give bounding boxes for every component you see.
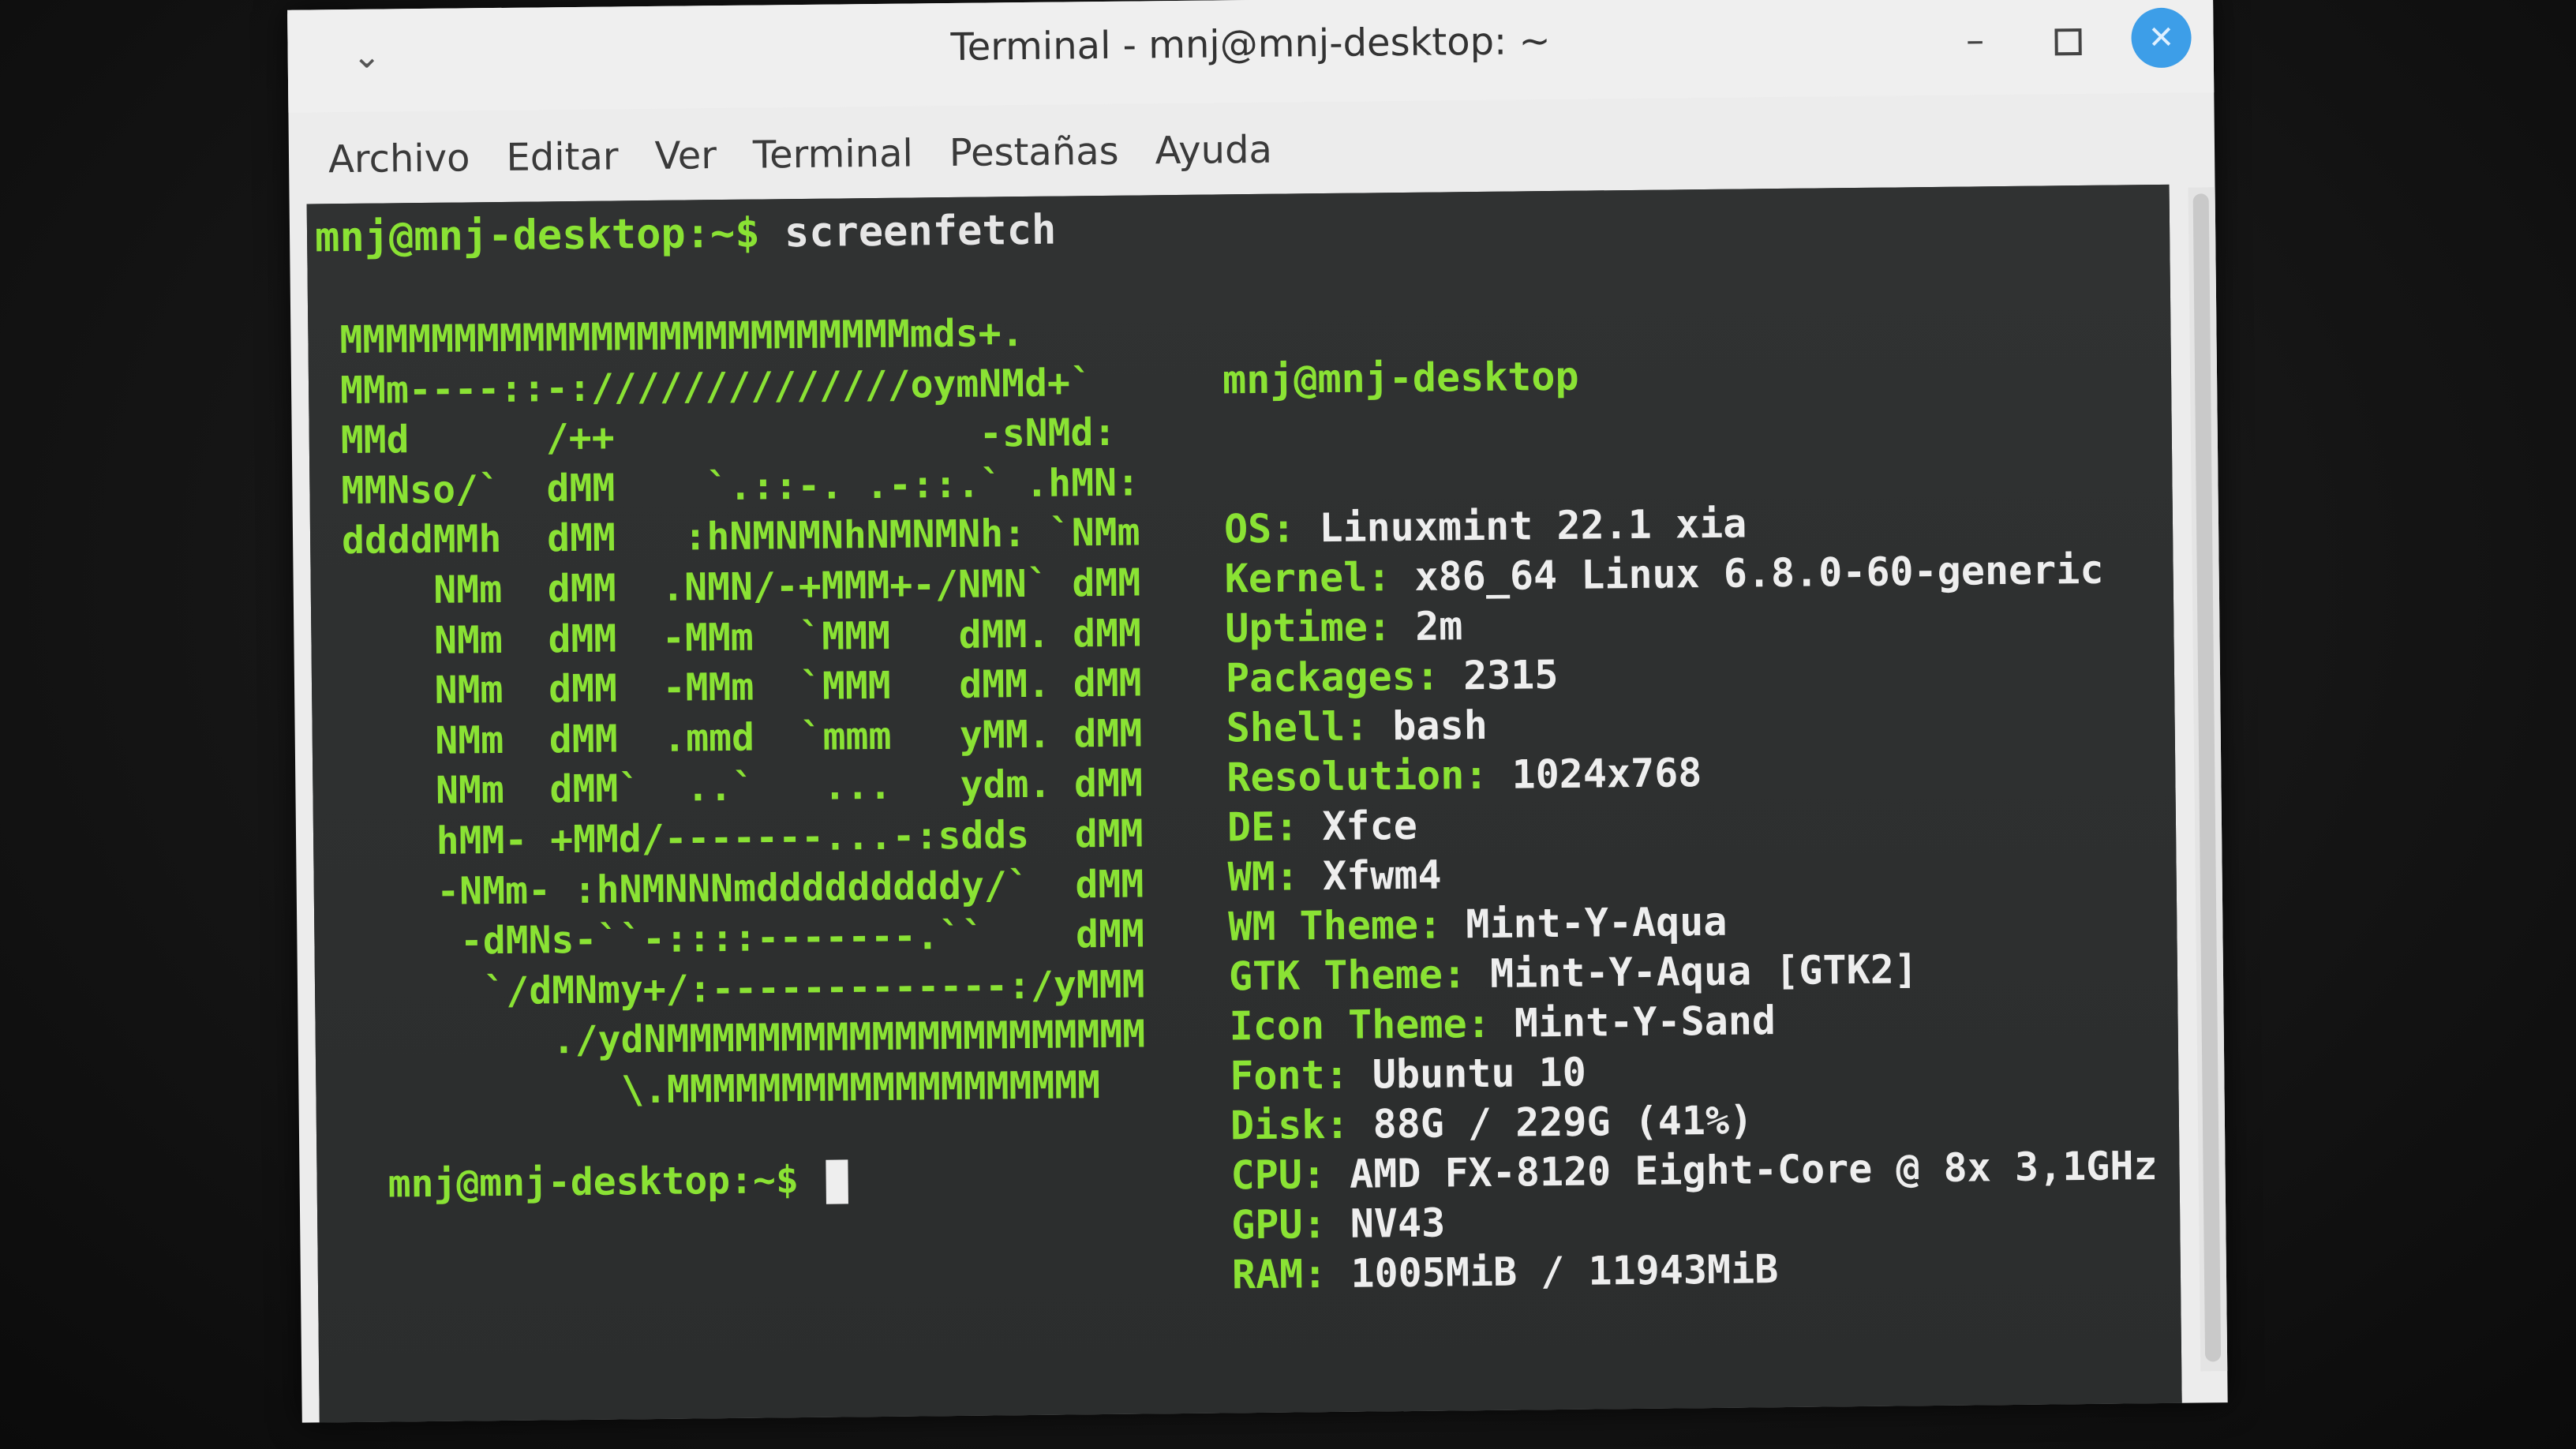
info-hostname: mnj@mnj-desktop	[1222, 353, 1579, 403]
info-row: Kernel: x86_64 Linux 6.8.0-60-generic	[1224, 545, 2151, 604]
ascii-art-line: ddddMMh dMM :hNMNMNhNMNMNh: `NMm	[341, 510, 1140, 564]
menu-archivo[interactable]: Archivo	[328, 118, 470, 199]
terminal-area[interactable]: mnj@mnj-desktop:~$ screenfetch MMMMMMMMM…	[306, 184, 2182, 1423]
info-row: RAM: 1005MiB / 11943MiB	[1232, 1241, 2159, 1300]
info-label: WM Theme:	[1227, 901, 1443, 950]
info-label: DE:	[1226, 803, 1299, 851]
info-value: Mint-Y-Aqua	[1441, 898, 1728, 948]
ascii-art-line: ./ydNMMMMMMMMMMMMMMMMMMMMM	[346, 1012, 1146, 1065]
title-bar[interactable]: ⌄ Terminal - mnj@mnj-desktop: ~ – ✕	[287, 0, 2215, 113]
info-value: 1024x768	[1488, 750, 1702, 798]
info-label: Uptime:	[1225, 604, 1392, 652]
close-icon: ✕	[2147, 19, 2175, 57]
info-label: WM:	[1227, 853, 1300, 900]
info-label: Font:	[1229, 1051, 1350, 1099]
info-label: RAM:	[1231, 1251, 1327, 1298]
maximize-button[interactable]	[2038, 9, 2099, 69]
info-label: GPU:	[1230, 1201, 1327, 1249]
maximize-icon	[2054, 28, 2082, 55]
vertical-scrollbar[interactable]	[2188, 187, 2228, 1372]
minimize-button[interactable]: –	[1945, 9, 2005, 70]
ascii-art-line: hMM- +MMd/-------...-:sdds dMM	[344, 811, 1144, 865]
ascii-art-line: MMd /++ -sNMd:	[340, 410, 1117, 463]
window-title: Terminal - mnj@mnj-desktop: ~	[950, 19, 1551, 69]
ascii-art-line: NMm dMM -MMm `MMM dMM. dMM	[343, 661, 1142, 714]
terminal-window: ⌄ Terminal - mnj@mnj-desktop: ~ – ✕ Arch…	[287, 0, 2228, 1423]
info-label: Kernel:	[1224, 554, 1391, 602]
mint-ascii-logo: MMMMMMMMMMMMMMMMMMMMMMMMMmds+. MMm----::-…	[339, 308, 1146, 1119]
menu-bar: Archivo Editar Ver Terminal Pestañas Ayuda	[289, 100, 2215, 200]
info-value: 1005MiB / 11943MiB	[1327, 1246, 1779, 1297]
info-label: Shell:	[1226, 703, 1369, 751]
info-row: CPU: AMD FX-8120 Eight-Core @ 8x 3,1GHz	[1230, 1141, 2158, 1200]
active-prompt-line[interactable]: mnj@mnj-desktop:~$	[388, 1155, 849, 1209]
info-value: bash	[1368, 702, 1488, 750]
info-value: Linuxmint 22.1 xia	[1295, 500, 1747, 552]
info-label: GTK Theme:	[1228, 951, 1467, 1000]
menu-ver[interactable]: Ver	[654, 116, 717, 196]
menu-pestanas[interactable]: Pestañas	[949, 112, 1119, 193]
ascii-art-line: \.MMMMMMMMMMMMMMMMMMM	[347, 1062, 1101, 1115]
info-label: OS:	[1223, 505, 1296, 552]
info-value: Mint-Y-Aqua [GTK2]	[1466, 946, 1919, 998]
prompt: mnj@mnj-desktop:~$	[314, 209, 760, 262]
info-value: x86_64 Linux 6.8.0-60-generic	[1391, 546, 2104, 601]
menu-editar[interactable]: Editar	[506, 117, 619, 197]
prompt-end: mnj@mnj-desktop:~$	[388, 1157, 822, 1207]
close-button[interactable]: ✕	[2131, 7, 2192, 69]
ascii-art-line: -dMNs-``-::::-------.`` dMM	[346, 912, 1145, 965]
menu-ayuda[interactable]: Ayuda	[1155, 110, 1272, 191]
info-value: Mint-Y-Sand	[1490, 998, 1777, 1046]
info-value: AMD FX-8120 Eight-Core @ 8x 3,1GHz	[1325, 1143, 2158, 1198]
ascii-art-line: NMm dMM` ..` ... ydm. dMM	[344, 761, 1144, 814]
info-value: 88G / 229G (41%)	[1349, 1097, 1754, 1148]
info-value: 2m	[1391, 603, 1463, 650]
menu-terminal[interactable]: Terminal	[752, 114, 913, 194]
ascii-art-line: MMMMMMMMMMMMMMMMMMMMMMMMMmds+.	[339, 311, 1024, 363]
info-label: Packages:	[1225, 653, 1440, 702]
text-cursor	[826, 1159, 849, 1204]
ascii-art-line: `/dMNmy+/:-------------:/yMMM	[346, 962, 1145, 1015]
info-label: CPU:	[1230, 1151, 1327, 1199]
system-info: mnj@mnj-desktop OS: Linuxmint 22.1 xia Ke…	[1221, 246, 2159, 1300]
info-value: Xfwm4	[1298, 852, 1442, 900]
info-value: Ubuntu 10	[1348, 1049, 1587, 1098]
info-value: 2315	[1439, 651, 1559, 699]
info-value: Xfce	[1297, 802, 1418, 850]
info-label: Resolution:	[1226, 751, 1488, 801]
info-value: NV43	[1326, 1200, 1446, 1248]
info-label: Icon Theme:	[1229, 1000, 1492, 1050]
scrollbar-thumb[interactable]	[2192, 193, 2222, 1362]
ascii-art-line: MMm----::-://////////////oymNMd+`	[339, 360, 1094, 413]
info-label: Disk:	[1230, 1101, 1350, 1149]
command-line: mnj@mnj-desktop:~$ screenfetch	[315, 206, 1057, 264]
ascii-art-line: NMm dMM .mmd `mmm yMM. dMM	[343, 711, 1143, 764]
ascii-art-line: MMNso/` dMM `.::-. .-::.` .hMN:	[341, 460, 1140, 513]
ascii-art-line: -NMm- :hNMNNNmdddddddddy/` dMM	[345, 862, 1144, 915]
command-text: screenfetch	[759, 206, 1057, 257]
ascii-art-line: NMm dMM .NMN/-+MMM+-/NMN` dMM	[342, 560, 1141, 614]
ascii-art-line: NMm dMM -MMm `MMM dMM. dMM	[343, 611, 1142, 664]
